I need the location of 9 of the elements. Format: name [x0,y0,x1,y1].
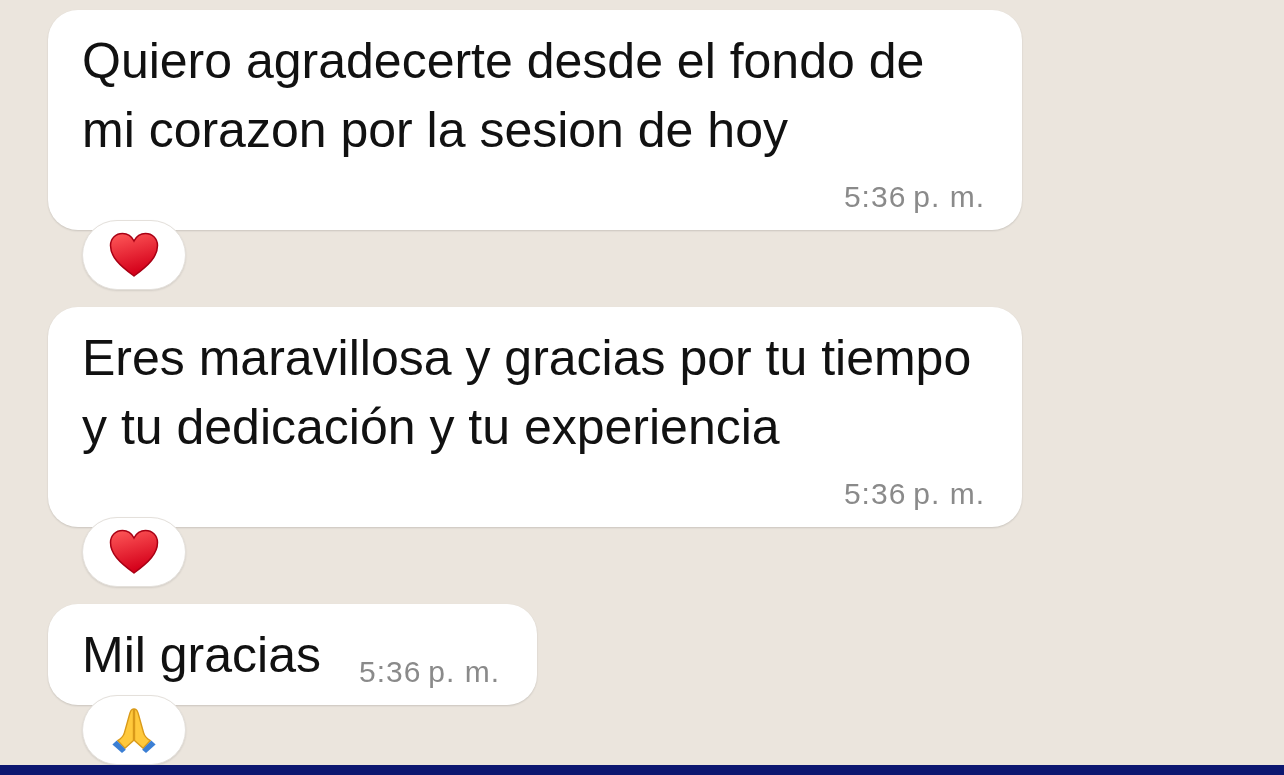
heart-icon [109,529,159,575]
heart-icon [109,232,159,278]
message-text: Quiero agradecerte desde el fondo de mi corazon por la sesion de hoy [82,32,926,160]
message-text: Mil gracias [82,626,321,685]
message-time: 5:36 p. m. [358,654,501,690]
message-time: 5:36 p. m. [843,179,985,215]
message-time: 5:36 p. m. [843,476,985,512]
message-text: Eres maravillosa y gracias por tu tiempo y tu dedicación y tu experiencia [82,329,973,457]
praying-hands-icon [110,706,158,754]
